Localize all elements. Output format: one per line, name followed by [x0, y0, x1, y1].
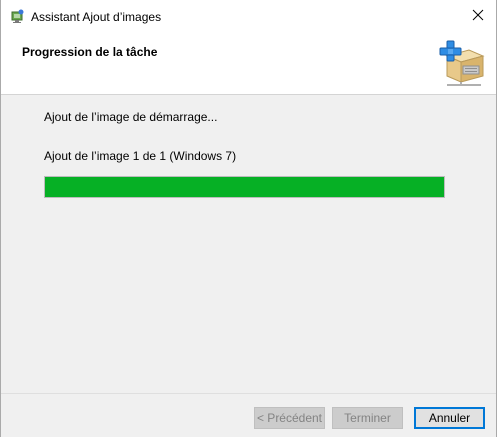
- window-title: Assistant Ajout d’images: [31, 10, 162, 24]
- page-title: Progression de la tâche: [22, 45, 158, 59]
- status-text-image-count: Ajout de l’image 1 de 1 (Windows 7): [44, 149, 237, 163]
- add-image-box-icon: [439, 40, 489, 86]
- wizard-header: Progression de la tâche: [1, 32, 496, 95]
- status-text-boot-image: Ajout de l’image de démarrage...: [44, 110, 218, 124]
- app-icon: [10, 9, 25, 24]
- title-bar: Assistant Ajout d’images: [1, 0, 496, 32]
- close-icon: [472, 9, 484, 24]
- progress-bar: [44, 176, 445, 198]
- finish-button[interactable]: Terminer: [332, 407, 403, 429]
- wizard-window: Assistant Ajout d’images Progression de …: [0, 0, 497, 437]
- previous-button[interactable]: < Précédent: [254, 407, 325, 429]
- progress-bar-fill: [45, 177, 444, 197]
- cancel-button[interactable]: Annuler: [414, 407, 485, 429]
- close-button[interactable]: [460, 0, 496, 32]
- footer-divider: [1, 393, 496, 394]
